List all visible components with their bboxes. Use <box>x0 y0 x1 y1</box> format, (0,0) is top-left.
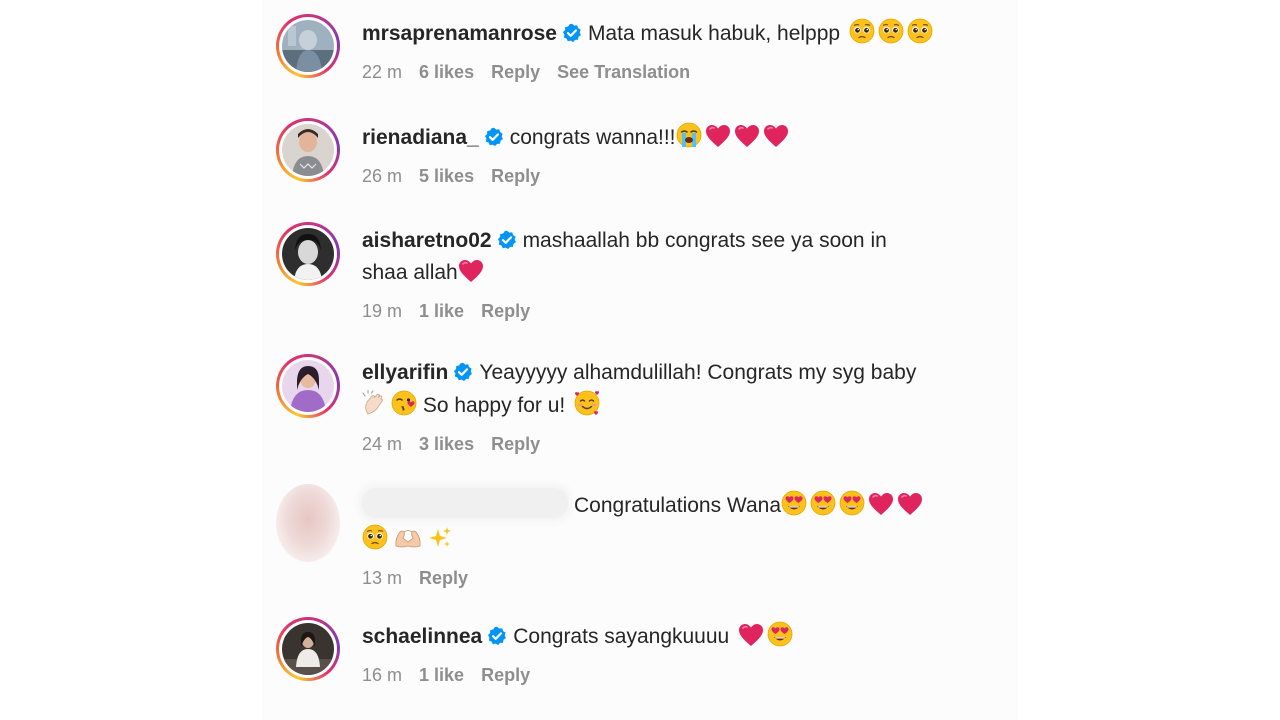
comment-text: Yeayyyyy alhamdulillah! Congrats my syg … <box>479 361 917 384</box>
story-ring[interactable] <box>276 222 340 286</box>
reply-button[interactable]: Reply <box>491 166 540 186</box>
comment-time: 16 m <box>362 665 403 685</box>
heart-eyes-icon <box>810 490 836 524</box>
comment-text: Congratulations Wana <box>574 494 782 517</box>
comment-time: 22 m <box>362 62 403 82</box>
heart-eyes-icon <box>839 490 865 524</box>
avatar[interactable] <box>282 360 334 412</box>
comment-text-continued: So happy for u! <box>422 394 566 417</box>
heart-eyes-icon <box>767 621 793 655</box>
verified-badge-icon <box>484 126 504 155</box>
likes-count[interactable]: 1 like <box>419 665 464 685</box>
likes-count[interactable]: 3 likes <box>419 434 474 454</box>
smiling-face-with-hearts-icon <box>574 390 600 424</box>
likes-count[interactable]: 5 likes <box>419 166 474 186</box>
red-heart-icon <box>458 259 484 291</box>
username[interactable]: rienadiana_ <box>362 126 479 149</box>
heart-hands-icon <box>394 526 422 558</box>
comment-time: 26 m <box>362 166 403 186</box>
pleading-face-icon <box>907 18 933 52</box>
username[interactable]: mrsaprenamanrose <box>362 22 557 45</box>
verified-badge-icon <box>453 361 473 390</box>
comment-text-continued: shaa allah <box>362 261 458 284</box>
verified-badge-icon <box>497 229 517 258</box>
likes-count[interactable]: 1 like <box>419 301 464 321</box>
pleading-face-icon <box>878 18 904 52</box>
red-heart-icon <box>734 124 760 156</box>
comment-text: mashaallah bb congrats see ya soon in <box>522 229 887 252</box>
red-heart-icon <box>868 492 894 524</box>
reply-button[interactable]: Reply <box>491 62 540 82</box>
reply-button[interactable]: Reply <box>481 665 530 685</box>
pleading-face-icon <box>849 18 875 52</box>
clapping-hands-icon <box>362 389 388 424</box>
comment-time: 19 m <box>362 301 403 321</box>
comment-text: Mata masuk habuk, helppp <box>587 22 841 45</box>
comment-time: 24 m <box>362 434 403 454</box>
comment-text: Congrats sayangkuuuu <box>513 625 730 648</box>
red-heart-icon <box>897 492 923 524</box>
username[interactable]: ellyarifin <box>362 361 448 384</box>
loudly-crying-face-icon <box>676 122 702 156</box>
see-translation-button[interactable]: See Translation <box>557 62 690 82</box>
username[interactable]: aisharetno02 <box>362 229 492 252</box>
sparkles-icon <box>428 526 452 558</box>
red-heart-icon <box>738 623 764 655</box>
comment-text: congrats wanna!!! <box>509 126 676 149</box>
pleading-face-icon <box>362 524 388 558</box>
likes-count[interactable]: 6 likes <box>419 62 474 82</box>
username[interactable]: schaelinnea <box>362 625 482 648</box>
avatar[interactable] <box>282 20 334 72</box>
verified-badge-icon <box>487 625 507 654</box>
reply-button[interactable]: Reply <box>491 434 540 454</box>
comments-page: mrsaprenamanrose Mata masuk habuk, helppp… <box>0 0 1280 720</box>
avatar[interactable] <box>282 124 334 176</box>
story-ring[interactable] <box>276 354 340 418</box>
comment-time: 13 m <box>362 568 403 588</box>
avatar[interactable] <box>282 623 334 675</box>
reply-button[interactable]: Reply <box>481 301 530 321</box>
blurred-username[interactable] <box>362 488 568 518</box>
story-ring[interactable] <box>276 14 340 78</box>
red-heart-icon <box>705 124 731 156</box>
blurred-avatar[interactable] <box>276 484 340 562</box>
red-heart-icon <box>763 124 789 156</box>
avatar[interactable] <box>282 228 334 280</box>
story-ring[interactable] <box>276 617 340 681</box>
reply-button[interactable]: Reply <box>419 568 468 588</box>
heart-eyes-icon <box>781 490 807 524</box>
story-ring[interactable] <box>276 118 340 182</box>
verified-badge-icon <box>562 22 582 51</box>
face-blowing-kiss-icon <box>391 390 417 424</box>
